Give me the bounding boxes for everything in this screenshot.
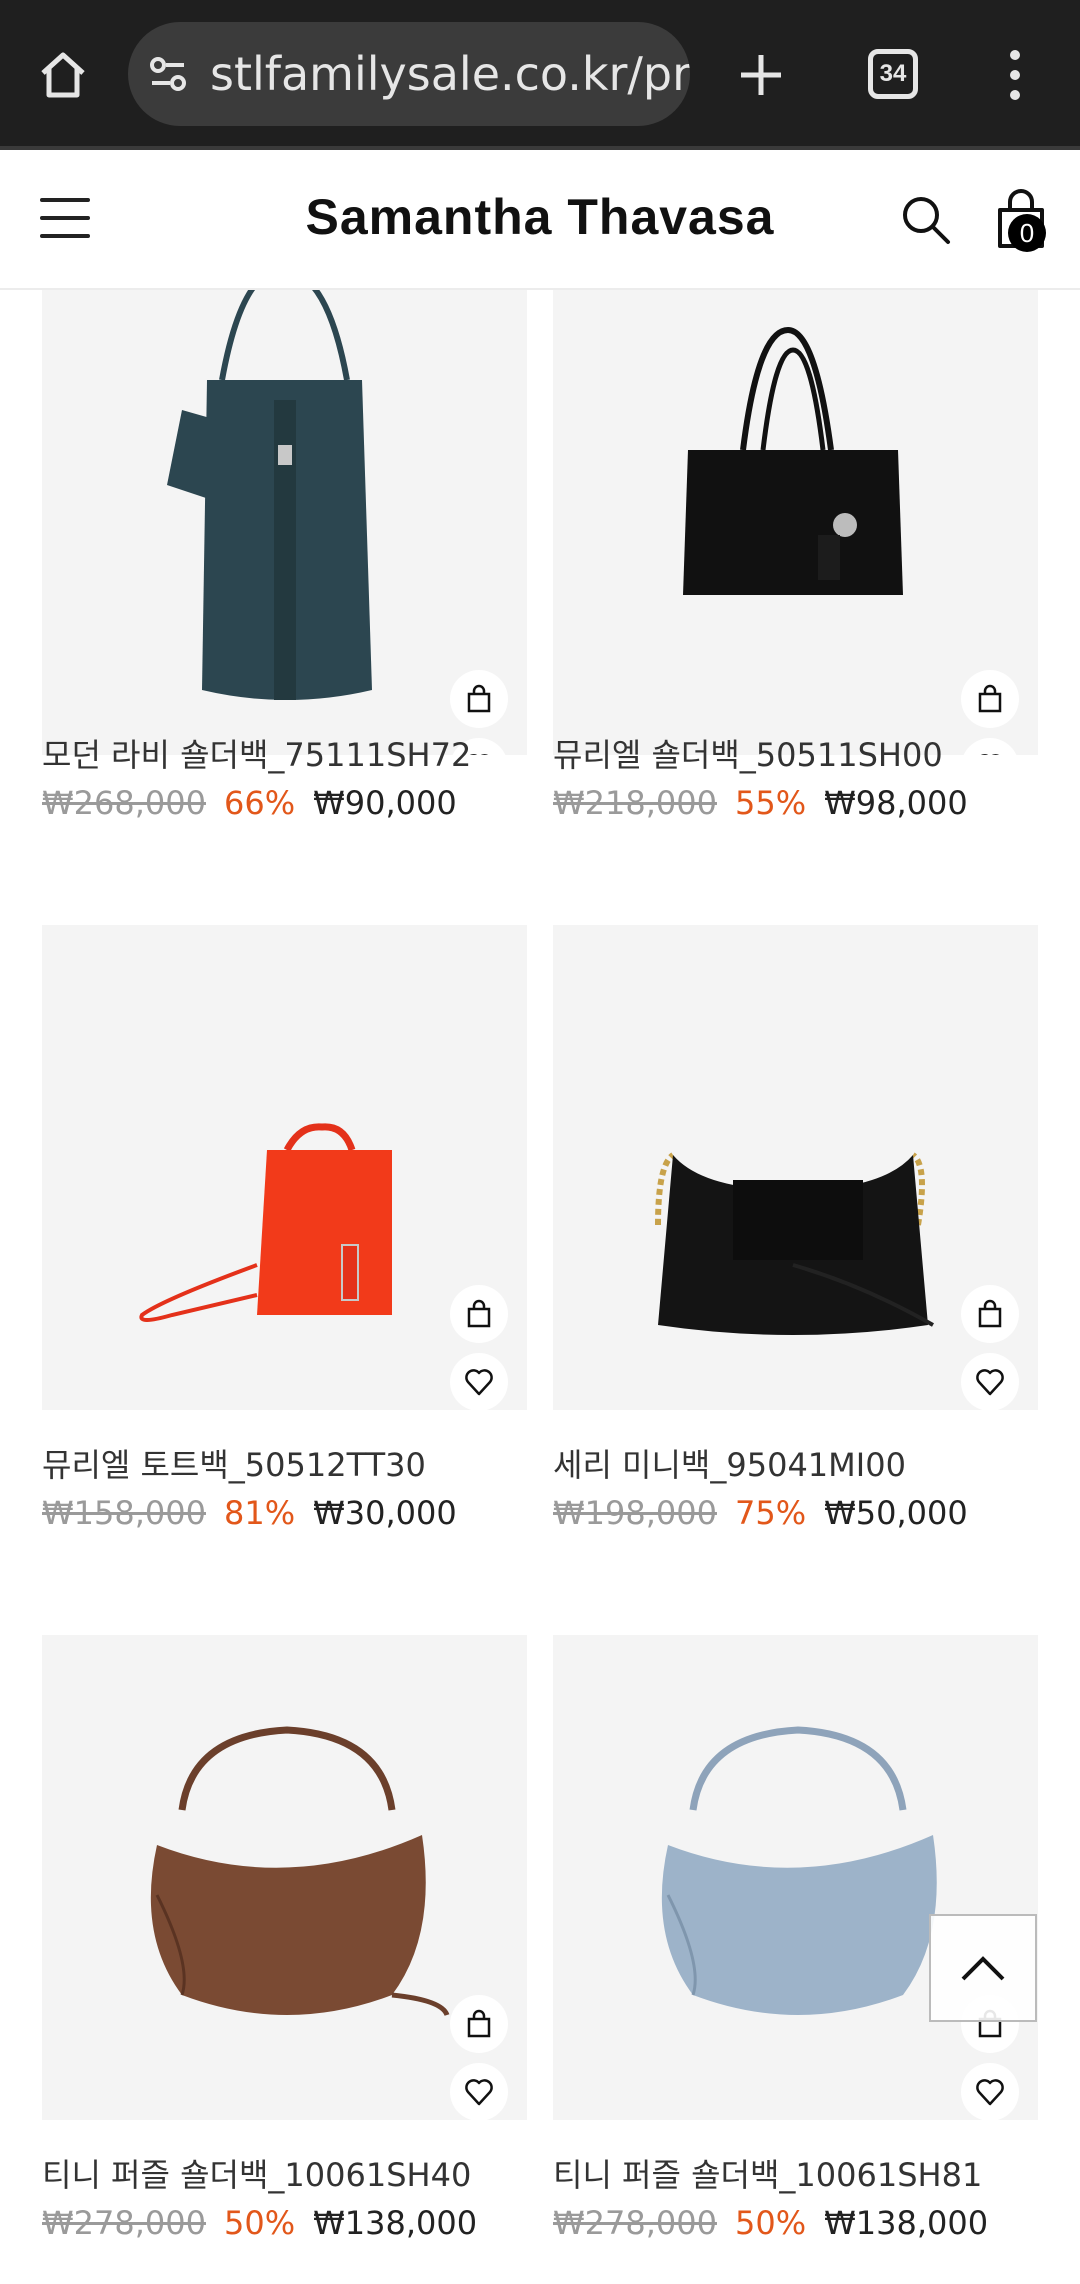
product-bag-image [661,1726,937,2015]
new-tab-icon[interactable] [726,40,796,110]
address-bar[interactable]: stlfamilysale.co.kr/pro [128,22,690,126]
product-image[interactable] [553,270,1038,755]
price-row: ₩198,000 75% ₩50,000 [553,1494,968,1532]
sale-price: ₩138,000 [824,2204,989,2242]
sale-price: ₩30,000 [313,1494,457,1532]
original-price: ₩198,000 [553,1494,717,1532]
product-name[interactable]: 티니 퍼즐 숄더백_10061SH40 [42,2150,471,2196]
product-image[interactable] [553,925,1038,1410]
chevron-up-icon [961,1956,1005,1981]
price-row: ₩158,000 81% ₩30,000 [42,1494,457,1532]
discount-rate: 50% [223,2204,296,2242]
add-to-cart-icon[interactable] [450,1285,508,1343]
sale-price: ₩50,000 [824,1494,968,1532]
search-icon[interactable] [898,192,954,248]
add-to-cart-icon[interactable] [961,1285,1019,1343]
add-to-cart-icon[interactable] [450,670,508,728]
browser-toolbar: stlfamilysale.co.kr/pro 34 [0,0,1080,148]
discount-rate: 66% [223,784,296,822]
price-row: ₩278,000 50% ₩138,000 [42,2204,477,2242]
original-price: ₩158,000 [42,1494,206,1532]
more-options-icon[interactable] [990,40,1040,110]
discount-rate: 81% [223,1494,296,1532]
product-name[interactable]: 티니 퍼즐 숄더백_10061SH81 [553,2150,982,2196]
product-image[interactable] [42,270,527,755]
product-bag-image [655,1152,934,1335]
wishlist-heart-icon[interactable] [450,1353,508,1410]
add-to-cart-icon[interactable] [961,670,1019,728]
add-to-cart-icon[interactable] [450,1995,508,2053]
price-row: ₩268,000 66% ₩90,000 [42,784,457,822]
original-price: ₩278,000 [42,2204,206,2242]
cart-count-badge: 0 [1008,214,1046,252]
product-image[interactable] [553,1635,1038,2120]
original-price: ₩268,000 [42,784,206,822]
discount-rate: 75% [734,1494,807,1532]
original-price: ₩278,000 [553,2204,717,2242]
product-name[interactable]: 뮤리엘 토트백_50512TT30 [42,1440,426,1486]
product-name[interactable]: 세리 미니백_95041MI00 [553,1440,906,1486]
discount-rate: 50% [734,2204,807,2242]
price-row: ₩278,000 50% ₩138,000 [553,2204,988,2242]
sale-price: ₩138,000 [313,2204,478,2242]
tab-switcher-button[interactable]: 34 [868,49,918,99]
product-image[interactable] [42,925,527,1410]
price-row: ₩218,000 55% ₩98,000 [553,784,968,822]
original-price: ₩218,000 [553,784,717,822]
wishlist-heart-icon[interactable] [450,2063,508,2120]
hamburger-menu-icon[interactable] [40,198,90,238]
scroll-to-top-button[interactable] [929,1914,1037,2022]
home-icon[interactable] [28,40,98,110]
site-header: Samantha Thavasa [0,150,1080,290]
product-bag-image [150,1726,450,2017]
sale-price: ₩98,000 [824,784,968,822]
url-text: stlfamilysale.co.kr/pro [210,47,690,101]
discount-rate: 55% [734,784,807,822]
product-name[interactable]: 뮤리엘 숄더백_50511SH00 [553,730,943,776]
wishlist-heart-icon[interactable] [961,2063,1019,2120]
product-name[interactable]: 모던 라비 숄더백_75111SH72 [42,730,471,776]
product-image[interactable] [42,1635,527,2120]
product-bag-image [139,1123,392,1322]
site-settings-icon[interactable] [148,50,188,98]
site-logo[interactable]: Samantha Thavasa [300,188,780,246]
wishlist-heart-icon[interactable] [961,1353,1019,1410]
sale-price: ₩90,000 [313,784,457,822]
